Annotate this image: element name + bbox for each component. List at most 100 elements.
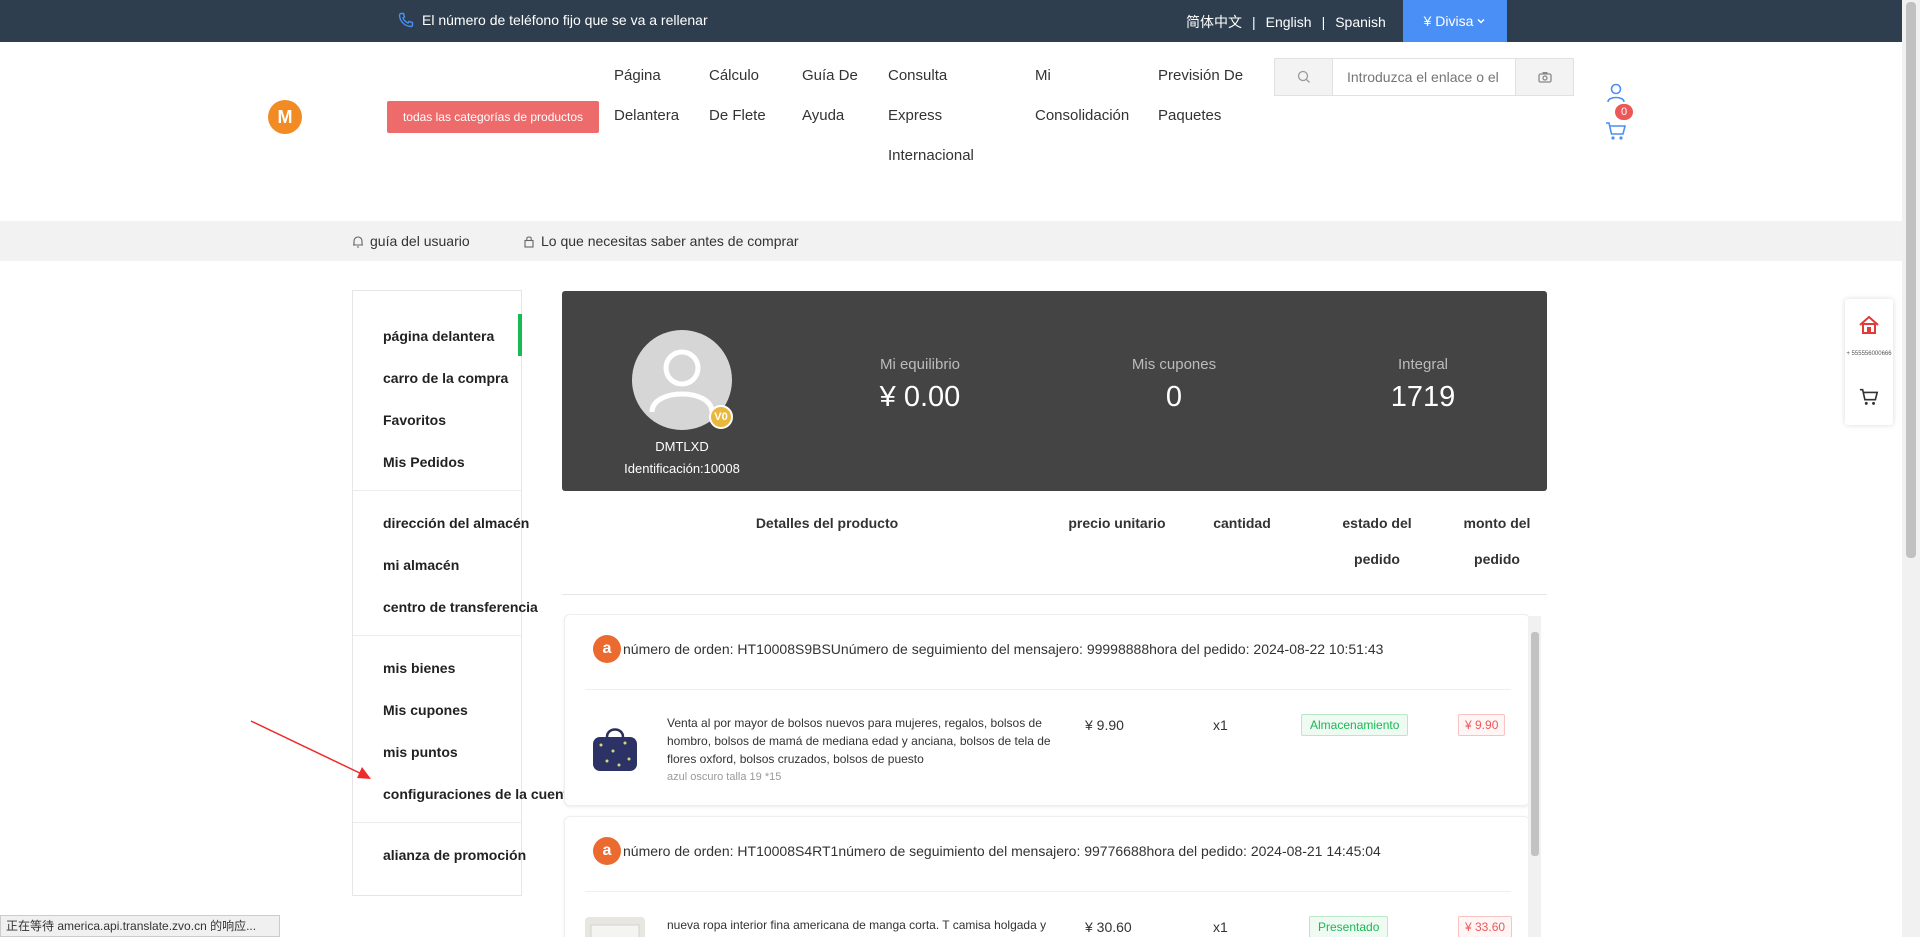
nav-freight-line2: De Flete: [709, 107, 766, 124]
lang-english[interactable]: English: [1266, 14, 1312, 30]
sidebar-item-promotion-alliance[interactable]: alianza de promoción: [383, 847, 526, 863]
sidebar-divider: [353, 635, 521, 636]
order-amount: ¥ 33.60: [1458, 916, 1513, 937]
sidebar-item-favorites[interactable]: Favoritos: [383, 412, 446, 428]
all-categories-button[interactable]: todas las categorías de productos: [387, 101, 599, 133]
order-card[interactable]: a número de orden: HT10008S4RT1número de…: [564, 816, 1530, 937]
bell-icon: [353, 235, 363, 248]
order-card[interactable]: a número de orden: HT10008S9BSUnúmero de…: [564, 614, 1530, 806]
sidebar-item-my-goods[interactable]: mis bienes: [383, 660, 455, 676]
col-unit-price: precio unitario: [1068, 515, 1166, 531]
cart-icon[interactable]: [1858, 387, 1880, 407]
nav-home-line2: Delantera: [614, 107, 680, 124]
sidebar-item-transfer-center[interactable]: centro de transferencia: [383, 599, 538, 615]
order-header: a número de orden: HT10008S4RT1número de…: [593, 837, 1381, 865]
col-product-details: Detalles del producto: [755, 515, 899, 531]
site-logo[interactable]: M: [268, 100, 302, 134]
phone-text: El número de teléfono fijo que se va a r…: [422, 12, 708, 28]
top-bar: El número de teléfono fijo que se va a r…: [0, 0, 1902, 42]
quantity: x1: [1213, 717, 1228, 733]
order-status-badge: Almacenamiento: [1301, 714, 1409, 736]
lang-chinese[interactable]: 简体中文: [1186, 12, 1242, 32]
order-divider: [585, 891, 1511, 892]
main-header: M todas las categorías de productos Pági…: [0, 42, 1902, 192]
account-sidebar: página delantera carro de la compra Favo…: [352, 290, 576, 896]
nav-consolidation-line2: Consolidación: [1035, 107, 1130, 124]
browser-status-bar: 正在等待 america.api.translate.zvo.cn 的响应...: [0, 915, 280, 937]
before-buy-link[interactable]: Lo que necesitas saber antes de comprar: [523, 233, 799, 249]
home-icon[interactable]: [1857, 313, 1881, 337]
balance-value: ¥ 0.00: [879, 381, 961, 413]
floating-toolbar: + 555556000666: [1845, 299, 1893, 425]
sidebar-item-account-settings[interactable]: configuraciones de la cuenta: [383, 786, 576, 802]
page-scrollbar-thumb[interactable]: [1906, 2, 1916, 558]
unit-price: ¥ 9.90: [1085, 717, 1124, 733]
col-order-status-line2: pedido: [1354, 551, 1400, 567]
col-order-amount-line1: monto del: [1463, 515, 1531, 531]
integral-stat[interactable]: Integral 1719: [1323, 356, 1523, 414]
nav-help-guide[interactable]: Guía De Ayuda: [802, 56, 858, 136]
sidebar-item-my-warehouse[interactable]: mi almacén: [383, 557, 459, 573]
product-title[interactable]: Venta al por mayor de bolsos nuevos para…: [667, 714, 1052, 768]
language-switcher: 简体中文 | English | Spanish: [1186, 12, 1386, 32]
floating-phone-text: + 555556000666: [1846, 351, 1892, 357]
lock-icon: [524, 235, 534, 248]
balance-label: Mi equilibrio: [879, 356, 961, 373]
order-header: a número de orden: HT10008S9BSUnúmero de…: [593, 635, 1383, 663]
sidebar-item-orders[interactable]: Mis Pedidos: [383, 454, 465, 470]
product-image[interactable]: [585, 917, 645, 937]
page-scrollbar[interactable]: [1902, 0, 1920, 937]
orders-list: a número de orden: HT10008S9BSUnúmero de…: [562, 614, 1547, 937]
nav-help-line2: Ayuda: [802, 107, 845, 124]
coupons-value: 0: [1165, 381, 1183, 413]
nav-home[interactable]: Página Delantera: [614, 56, 679, 136]
camera-search-icon[interactable]: [1516, 59, 1573, 95]
cart-icon[interactable]: [1604, 120, 1628, 142]
chevron-down-icon: [1477, 18, 1485, 24]
order-status-badge: Presentado: [1309, 916, 1389, 937]
sidebar-divider: [353, 822, 521, 823]
orders-scrollbar-thumb[interactable]: [1531, 632, 1539, 856]
user-guide-link[interactable]: guía del usuario: [352, 233, 470, 249]
product-title[interactable]: nueva ropa interior fina americana de ma…: [667, 916, 1052, 934]
nav-my-consolidation[interactable]: Mi Consolidación: [1035, 56, 1129, 136]
balance-stat[interactable]: Mi equilibrio ¥ 0.00: [820, 356, 1020, 414]
before-buy-label: Lo que necesitas saber antes de comprar: [541, 233, 799, 249]
col-order-status-line1: estado del: [1342, 515, 1412, 531]
phone-icon: [398, 12, 414, 28]
alibaba-icon: a: [593, 837, 621, 865]
nav-express-line3: Internacional: [888, 147, 974, 164]
currency-dropdown[interactable]: ¥ Divisa: [1403, 0, 1507, 42]
coupons-label: Mis cupones: [1131, 356, 1217, 373]
search-icon[interactable]: [1275, 59, 1332, 95]
sidebar-item-warehouse-address[interactable]: dirección del almacén: [383, 515, 529, 531]
nav-freight-line1: Cálculo: [709, 67, 760, 84]
integral-label: Integral: [1397, 356, 1449, 373]
order-amount: ¥ 9.90: [1458, 714, 1506, 736]
coupons-stat[interactable]: Mis cupones 0: [1074, 356, 1274, 414]
nav-express-query[interactable]: Consulta Express Internacional: [888, 56, 974, 176]
nav-freight-calc[interactable]: Cálculo De Flete: [709, 56, 766, 136]
profile-panel: V0 DMTLXD Identificación:10008 Mi equili…: [562, 291, 1547, 491]
sidebar-item-my-points[interactable]: mis puntos: [383, 744, 458, 760]
nav-express-line1: Consulta: [888, 67, 948, 84]
sidebar-item-my-coupons[interactable]: Mis cupones: [383, 702, 468, 718]
active-indicator: [518, 314, 522, 356]
cart-count-badge: 0: [1615, 104, 1633, 120]
search-input[interactable]: [1332, 59, 1516, 95]
user-icon[interactable]: [1605, 82, 1627, 104]
alibaba-icon: a: [593, 635, 621, 663]
product-image[interactable]: [585, 721, 645, 779]
lang-separator: |: [1321, 14, 1326, 30]
order-divider: [585, 689, 1511, 690]
order-header-text: número de orden: HT10008S9BSUnúmero de s…: [623, 641, 1384, 657]
col-order-amount-line2: pedido: [1474, 551, 1520, 567]
order-header-text: número de orden: HT10008S4RT1número de s…: [623, 843, 1381, 859]
col-order-status: estado del pedido: [1307, 505, 1447, 577]
nav-forecast-line1: Previsión De: [1158, 67, 1244, 84]
sidebar-item-home[interactable]: página delantera: [383, 328, 494, 344]
lang-spanish[interactable]: Spanish: [1335, 14, 1386, 30]
currency-label: ¥ Divisa: [1423, 13, 1474, 29]
sidebar-item-cart[interactable]: carro de la compra: [383, 370, 508, 386]
nav-package-forecast[interactable]: Previsión De Paquetes: [1158, 56, 1243, 136]
